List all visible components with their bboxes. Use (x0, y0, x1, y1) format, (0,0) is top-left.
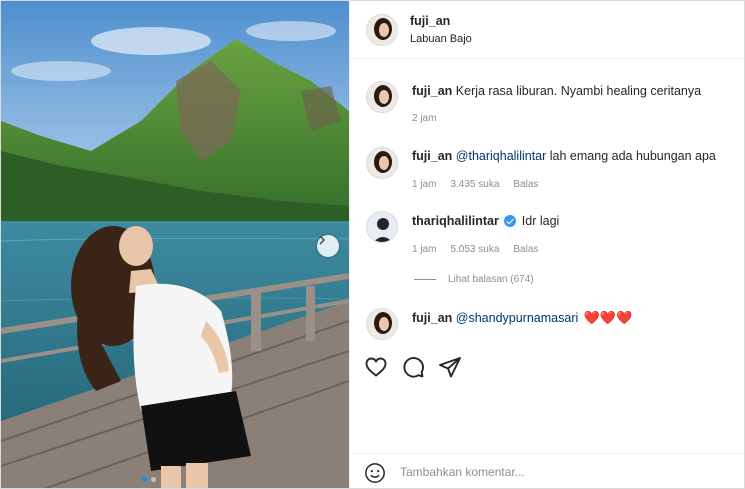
post-location[interactable]: Labuan Bajo (410, 33, 472, 45)
comment-item: thariqhalilintar Idr lagi 1 jam 5.053 su… (350, 207, 744, 267)
avatar[interactable] (366, 147, 398, 179)
avatar-image (367, 148, 397, 178)
comment-meta: 1 jam 5.053 suka Balas (412, 244, 538, 255)
comment-body: lah emang ada hubungan apa (546, 149, 716, 163)
comment-time[interactable]: 1 jam (412, 179, 436, 190)
share-icon[interactable] (438, 355, 462, 379)
post-author-username[interactable]: fuji_an (410, 14, 450, 28)
comment-item: fuji_an @thariqhalilintar lah emang ada … (350, 141, 744, 201)
post-image (1, 1, 349, 488)
chevron-right-icon (319, 235, 326, 245)
post-photo[interactable] (1, 1, 349, 488)
carousel-dot-active (142, 477, 147, 482)
instagram-post-window: fuji_an Labuan Bajo fuji_an Kerja rasa l… (0, 0, 745, 489)
comment-likes[interactable]: 3.435 suka (450, 179, 499, 190)
carousel-indicator (142, 477, 156, 482)
comment-meta: 1 jam 3.435 suka Balas (412, 179, 538, 190)
comment-username[interactable]: fuji_an (412, 149, 452, 163)
carousel-dot (151, 477, 156, 482)
comment-text: fuji_an Kerja rasa liburan. Nyambi heali… (412, 84, 701, 98)
comment-time[interactable]: 2 jam (412, 113, 436, 124)
avatar-image (367, 82, 397, 112)
comment-username[interactable]: fuji_an (412, 311, 452, 325)
comment-input[interactable] (400, 463, 720, 481)
avatar-image (367, 15, 397, 45)
avatar[interactable] (366, 14, 398, 46)
view-replies-button[interactable]: Lihat balasan (674) (414, 274, 534, 285)
comment-username[interactable]: thariqhalilintar (412, 214, 499, 228)
comment-username[interactable]: fuji_an (412, 84, 452, 98)
comment-body: Kerja rasa liburan. Nyambi healing cerit… (455, 84, 702, 98)
comment-mention[interactable]: @thariqhalilintar (456, 149, 547, 163)
comment-likes[interactable]: 5.053 suka (450, 244, 499, 255)
post-header: fuji_an Labuan Bajo (350, 1, 744, 59)
avatar-image (367, 309, 397, 339)
comment-body: ❤️❤️❤️ (583, 310, 633, 325)
avatar-image (367, 212, 397, 242)
avatar[interactable] (366, 211, 398, 243)
comment-text: thariqhalilintar Idr lagi (412, 214, 559, 228)
post-actions-bar (350, 343, 744, 393)
smiley-icon[interactable] (364, 462, 386, 484)
comment-text: fuji_an @thariqhalilintar lah emang ada … (412, 149, 716, 163)
comment-item: fuji_an Kerja rasa liburan. Nyambi heali… (350, 75, 744, 135)
verified-badge-icon (504, 215, 517, 227)
comment-reply-button[interactable]: Balas (513, 244, 538, 255)
comment-text: fuji_an @shandypurnamasari ❤️❤️❤️ (412, 310, 632, 326)
add-comment-bar (350, 453, 744, 488)
replies-divider (414, 279, 436, 280)
comment-item: fuji_an @shandypurnamasari ❤️❤️❤️ (350, 303, 744, 343)
comment-mention[interactable]: @shandypurnamasari (456, 311, 578, 325)
view-replies-label: Lihat balasan (674) (448, 274, 534, 285)
post-details-panel: fuji_an Labuan Bajo fuji_an Kerja rasa l… (349, 1, 744, 488)
carousel-next-button[interactable] (317, 235, 339, 257)
heart-icon[interactable] (364, 355, 388, 379)
comment-meta: 2 jam (412, 113, 436, 124)
avatar[interactable] (366, 308, 398, 340)
comment-reply-button[interactable]: Balas (513, 179, 538, 190)
avatar[interactable] (366, 81, 398, 113)
comment-time[interactable]: 1 jam (412, 244, 436, 255)
comment-body: Idr lagi (521, 214, 560, 228)
comment-icon[interactable] (401, 355, 425, 379)
